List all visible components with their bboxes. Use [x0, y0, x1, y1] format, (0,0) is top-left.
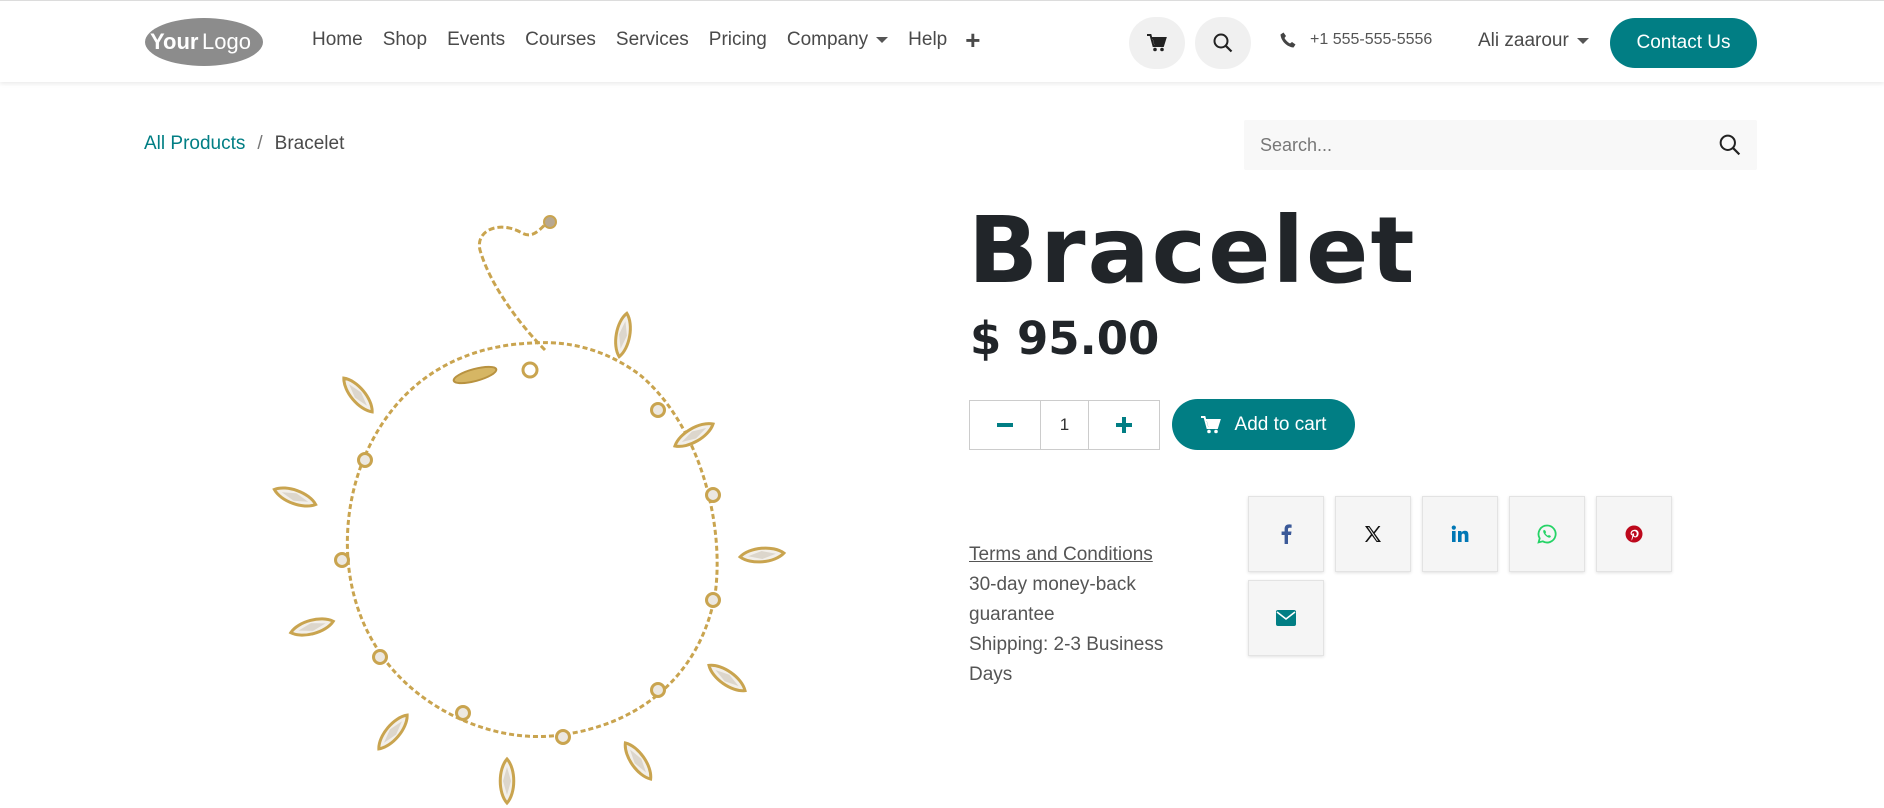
nav-pricing[interactable]: Pricing: [699, 29, 777, 51]
user-menu[interactable]: Ali zaarour: [1478, 30, 1589, 52]
pinterest-icon: [1625, 525, 1643, 543]
quantity-stepper: [969, 400, 1160, 450]
phone-number: +1 555-555-5556: [1310, 31, 1433, 48]
email-icon: [1276, 610, 1296, 626]
add-to-cart-button[interactable]: Add to cart: [1172, 399, 1355, 450]
quantity-decrease-button[interactable]: [970, 401, 1040, 449]
share-whatsapp-button[interactable]: [1509, 496, 1585, 572]
breadcrumb-separator: /: [257, 133, 263, 154]
product-image[interactable]: [260, 205, 800, 808]
x-icon: [1365, 526, 1381, 542]
product-price: $ 95.00: [970, 312, 1160, 365]
quantity-increase-button[interactable]: [1089, 401, 1159, 449]
product-title: Bracelet: [968, 197, 1417, 304]
chevron-down-icon: [876, 37, 889, 43]
search-input[interactable]: [1260, 134, 1719, 156]
nav-services[interactable]: Services: [606, 29, 699, 51]
share-email-button[interactable]: [1248, 580, 1324, 656]
site-header: Your Logo Home Shop Events Courses Servi…: [0, 0, 1884, 82]
terms-link[interactable]: Terms and Conditions: [969, 540, 1209, 570]
contact-us-button[interactable]: Contact Us: [1610, 18, 1757, 68]
chevron-down-icon: [1576, 38, 1589, 44]
cart-button[interactable]: [1129, 17, 1185, 69]
phone-contact[interactable]: +1 555-555-5556: [1280, 31, 1432, 49]
nav-events[interactable]: Events: [437, 29, 515, 51]
nav-shop[interactable]: Shop: [373, 29, 437, 51]
search-icon[interactable]: [1719, 134, 1741, 156]
nav-company-label: Company: [786, 29, 869, 50]
svg-text:Your: Your: [150, 29, 199, 54]
breadcrumb: All Products / Bracelet: [144, 133, 344, 155]
product-search: [1244, 120, 1757, 170]
add-to-cart-label: Add to cart: [1234, 413, 1327, 435]
linkedin-icon: [1451, 525, 1469, 542]
cart-icon: [1147, 34, 1167, 52]
breadcrumb-all-products[interactable]: All Products: [144, 133, 245, 155]
nav-company-dropdown[interactable]: Company: [777, 29, 898, 51]
nav-courses[interactable]: Courses: [515, 29, 606, 51]
share-x-button[interactable]: [1335, 496, 1411, 572]
search-icon: [1213, 33, 1233, 53]
breadcrumb-current: Bracelet: [274, 133, 345, 154]
guarantee-text: 30-day money-back guarantee: [969, 574, 1136, 625]
plus-icon[interactable]: +: [957, 27, 988, 53]
facebook-icon: [1281, 524, 1292, 544]
cart-icon: [1200, 415, 1221, 433]
share-linkedin-button[interactable]: [1422, 496, 1498, 572]
phone-icon: [1280, 32, 1296, 48]
minus-icon: [997, 423, 1013, 427]
user-name: Ali zaarour: [1478, 30, 1569, 51]
share-facebook-button[interactable]: [1248, 496, 1324, 572]
main-nav: Home Shop Events Courses Services Pricin…: [302, 27, 988, 53]
whatsapp-icon: [1537, 524, 1557, 544]
share-pinterest-button[interactable]: [1596, 496, 1672, 572]
product-info: Terms and Conditions 30-day money-back g…: [969, 540, 1209, 690]
svg-text:Logo: Logo: [202, 29, 251, 54]
site-logo[interactable]: Your Logo: [144, 17, 264, 67]
nav-help[interactable]: Help: [898, 29, 957, 51]
plus-icon: [1116, 417, 1132, 433]
header-search-button[interactable]: [1195, 17, 1251, 69]
nav-home[interactable]: Home: [302, 29, 373, 51]
shipping-text: Shipping: 2-3 Business Days: [969, 634, 1164, 685]
quantity-input[interactable]: [1040, 401, 1089, 449]
